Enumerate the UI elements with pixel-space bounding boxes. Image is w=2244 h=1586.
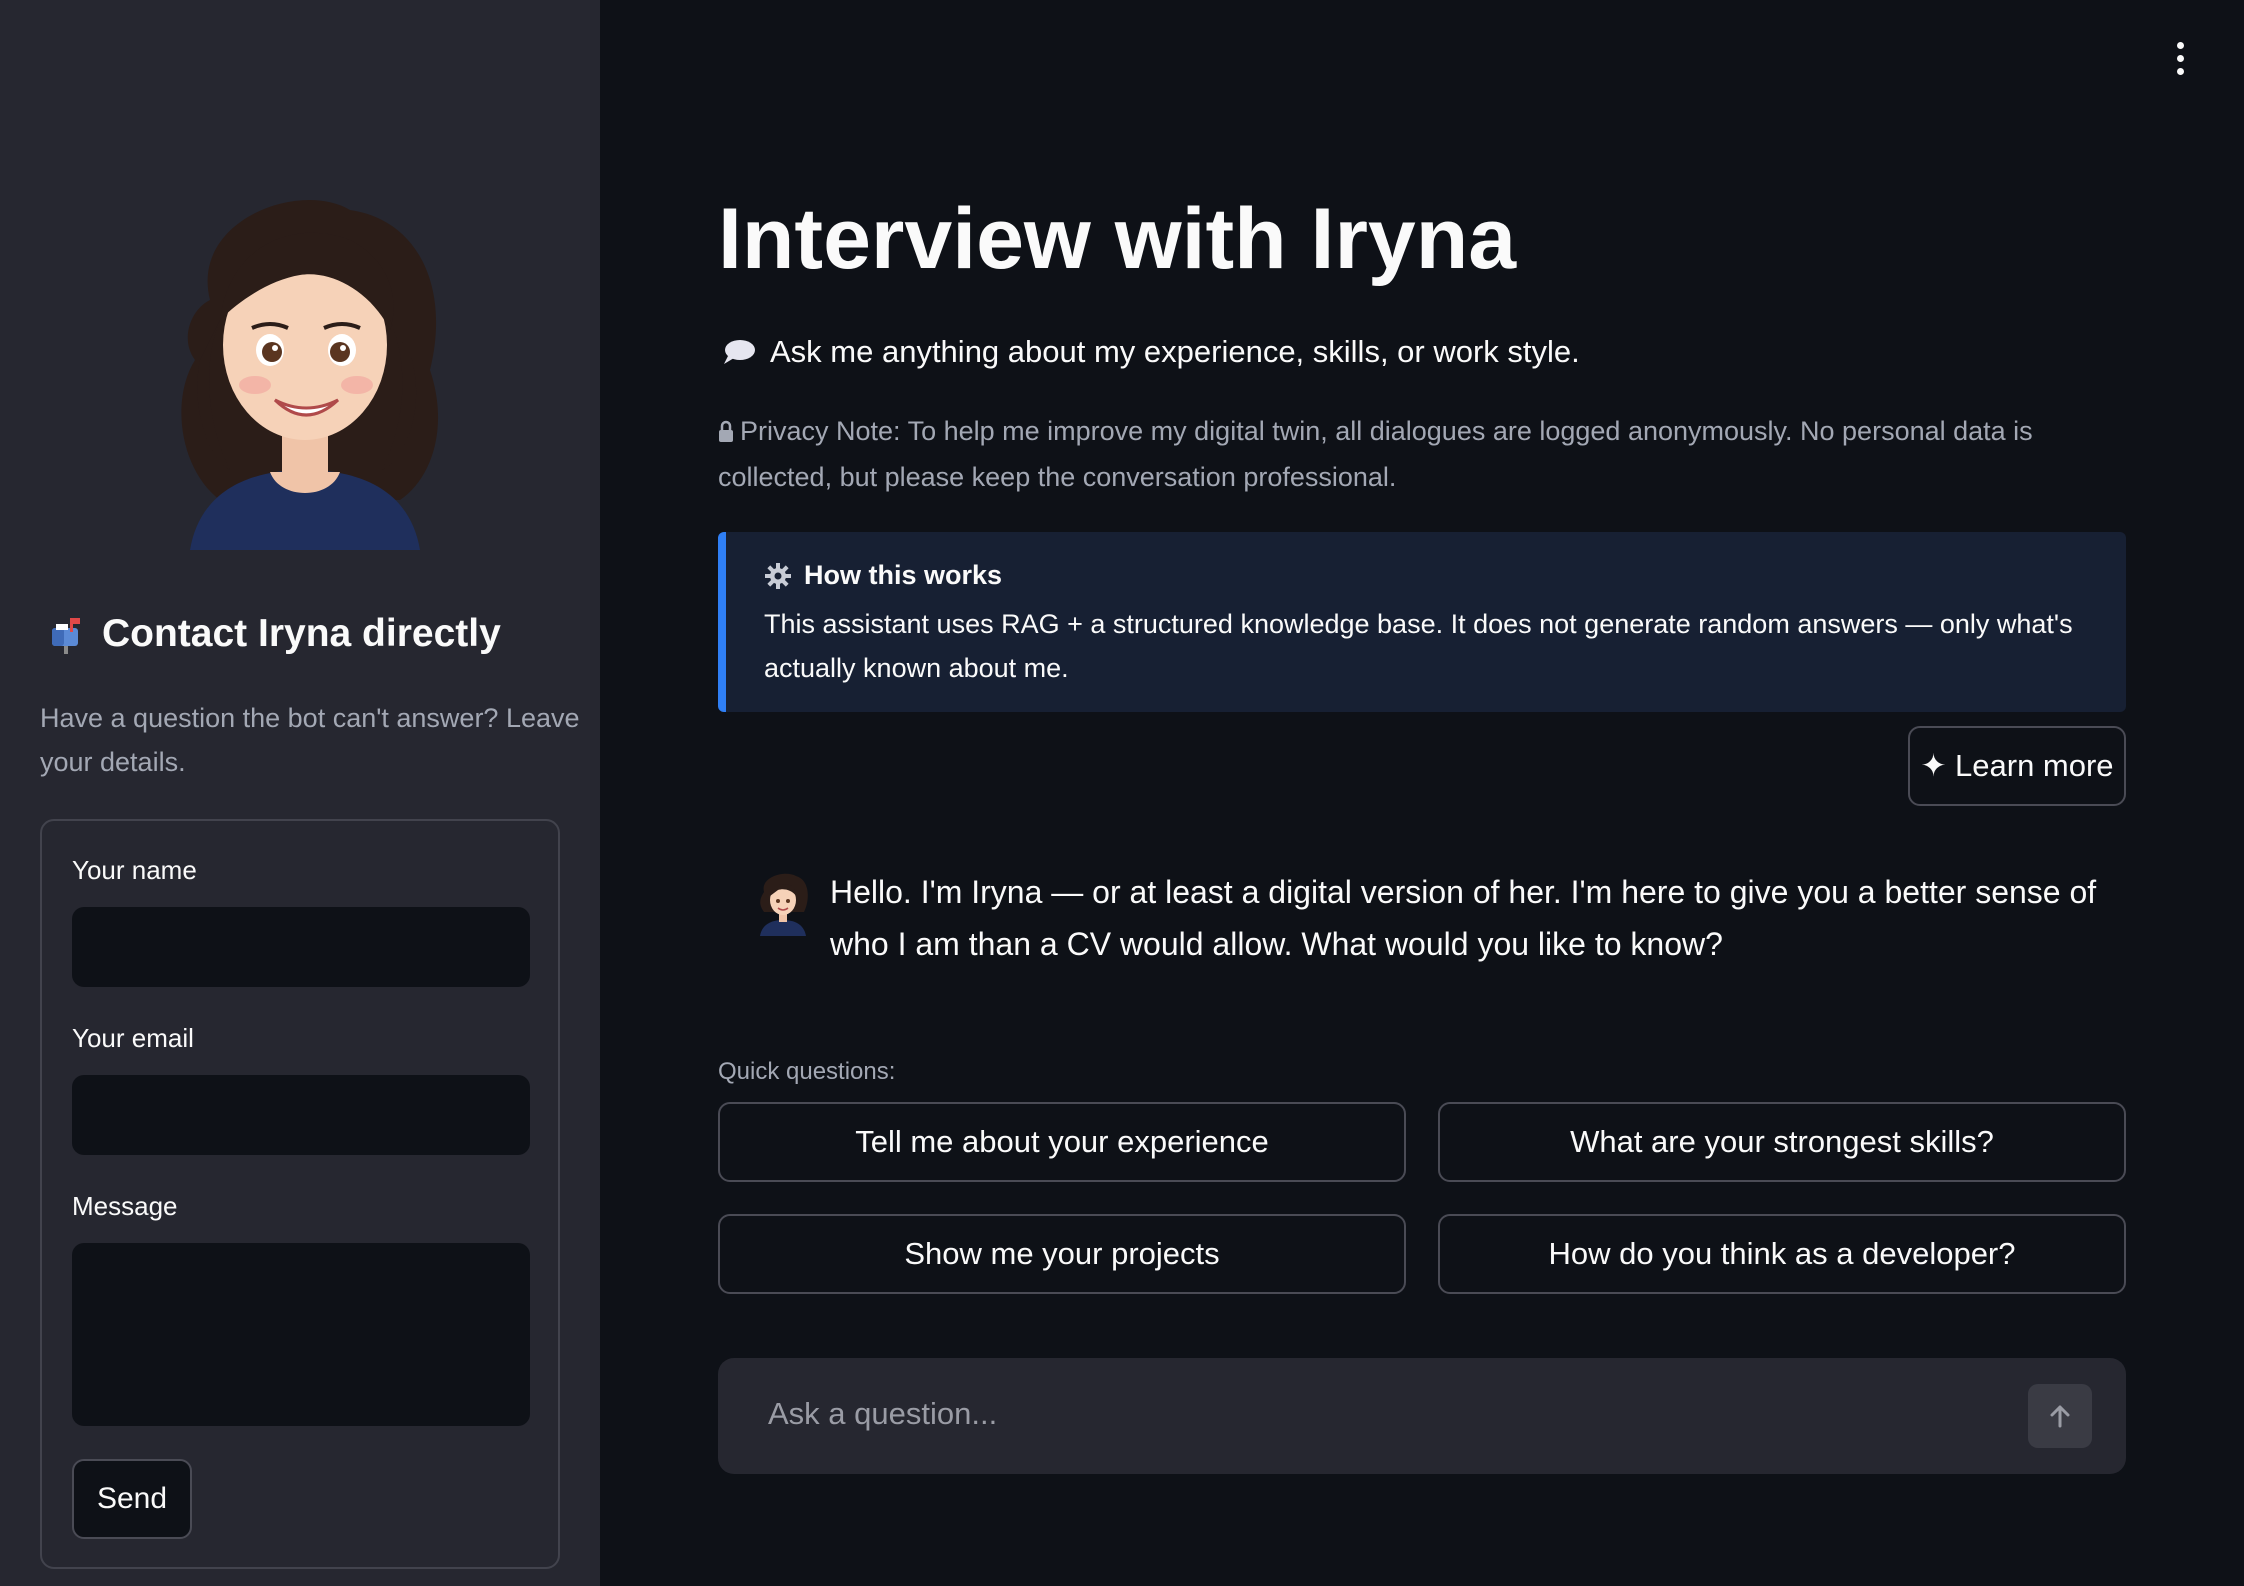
- mailbox-icon: [52, 618, 80, 654]
- speech-bubble-icon: [724, 340, 755, 364]
- page-subtitle: Ask me anything about my experience, ski…: [722, 334, 1580, 370]
- privacy-note: Privacy Note: To help me improve my digi…: [718, 408, 2138, 500]
- message-field[interactable]: [72, 1243, 530, 1426]
- contact-description: Have a question the bot can't answer? Le…: [40, 703, 580, 777]
- contact-heading-text: Contact Iryna directly: [102, 612, 501, 655]
- send-button[interactable]: Send: [72, 1459, 192, 1539]
- assistant-chat-message: Hello. I'm Iryna — or at least a digital…: [754, 866, 2134, 976]
- callout-title: How this works: [764, 560, 1002, 591]
- contact-heading: Contact Iryna directly: [46, 612, 576, 656]
- learn-more-button[interactable]: ✦ Learn more: [1908, 726, 2126, 806]
- subtitle-text: Ask me anything about my experience, ski…: [770, 334, 1580, 369]
- arrow-up-icon: [2050, 1405, 2070, 1428]
- how-it-works-callout: How this works This assistant uses RAG +…: [718, 532, 2126, 712]
- quick-questions-label: Quick questions:: [718, 1058, 896, 1085]
- gear-icon: [765, 562, 791, 589]
- sidebar: Contact Iryna directly Have a question t…: [0, 0, 600, 1586]
- quick-question-projects-button[interactable]: Show me your projects: [718, 1214, 1406, 1294]
- chat-send-button[interactable]: [2028, 1384, 2092, 1448]
- chat-input-placeholder: Ask a question...: [768, 1396, 998, 1431]
- page-title: Interview with Iryna: [718, 191, 1517, 287]
- quick-question-developer-button[interactable]: How do you think as a developer?: [1438, 1214, 2126, 1294]
- app: Contact Iryna directly Have a question t…: [0, 0, 2244, 1586]
- assistant-avatar: [760, 873, 808, 936]
- assistant-message-text: Hello. I'm Iryna — or at least a digital…: [830, 874, 2097, 962]
- callout-body: This assistant uses RAG + a structured k…: [764, 609, 2073, 683]
- name-field-label: Your name: [72, 855, 197, 885]
- iryna-avatar-image: [181, 200, 439, 550]
- email-field[interactable]: [72, 1075, 530, 1155]
- lock-icon: [719, 420, 733, 442]
- message-field-label: Message: [72, 1191, 178, 1221]
- callout-title-text: How this works: [804, 560, 1003, 590]
- chat-input[interactable]: Ask a question...: [718, 1358, 2126, 1474]
- quick-question-experience-button[interactable]: Tell me about your experience: [718, 1102, 1406, 1182]
- quick-question-skills-button[interactable]: What are your strongest skills?: [1438, 1102, 2126, 1182]
- name-field[interactable]: [72, 907, 530, 987]
- more-vertical-icon[interactable]: [2168, 42, 2192, 78]
- email-field-label: Your email: [72, 1023, 194, 1053]
- contact-form: Your name Your email Message Send: [40, 819, 560, 1569]
- privacy-note-text: Privacy Note: To help me improve my digi…: [718, 416, 2033, 492]
